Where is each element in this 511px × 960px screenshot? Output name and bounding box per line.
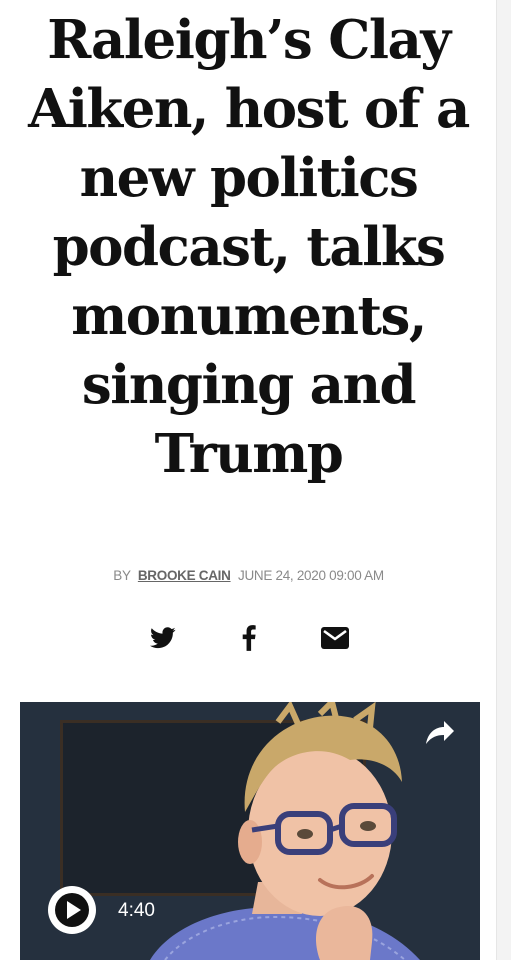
facebook-share-button[interactable] [231,622,267,654]
twitter-share-button[interactable] [145,622,181,654]
video-share-button[interactable] [422,718,456,748]
byline-prefix: BY [113,568,131,583]
facebook-icon [242,625,256,651]
author-link[interactable]: BROOKE CAIN [138,568,231,583]
video-duration: 4:40 [118,900,155,921]
share-arrow-icon [426,721,454,744]
play-button[interactable] [48,886,96,934]
article-headline: Raleigh’s Clay Aiken, host of a new poli… [28,9,470,485]
email-icon [320,627,349,649]
play-icon [55,893,89,927]
email-share-button[interactable] [317,622,353,654]
video-player[interactable]: 4:40 [20,702,480,960]
article: Raleigh’s Clay Aiken, host of a new poli… [0,0,497,489]
publish-date: JUNE 24, 2020 09:00 AM [238,568,384,583]
share-bar [0,622,497,654]
scrollbar[interactable] [496,0,511,960]
twitter-icon [149,627,176,649]
byline: BY BROOKE CAIN JUNE 24, 2020 09:00 AM [0,568,497,583]
